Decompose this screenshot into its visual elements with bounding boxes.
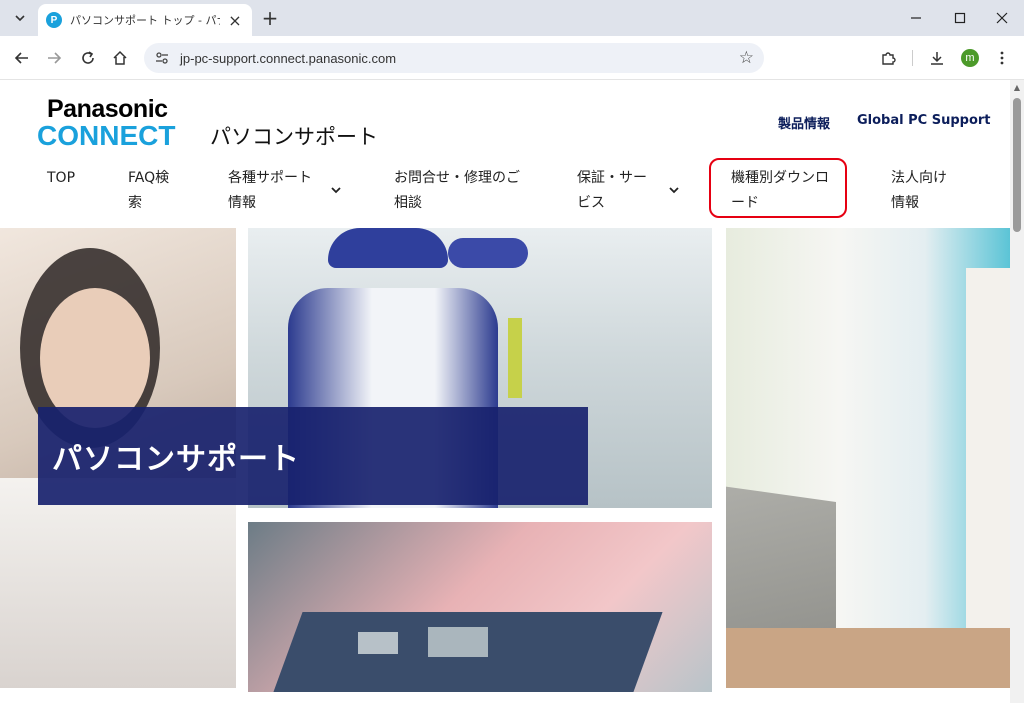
nav-item-contact-repair[interactable]: お問合せ・修理のご 相談 [394, 166, 520, 216]
toolbar-separator [912, 50, 913, 66]
hero-image-laptop [726, 228, 1010, 688]
tab-title: パソコンサポート トップ - パナソニック [70, 14, 220, 27]
nav-item-faq[interactable]: FAQ検 索 [128, 166, 169, 216]
panasonic-connect-logo[interactable]: Panasonic CONNECT [37, 96, 187, 150]
chevron-down-icon[interactable] [330, 184, 342, 198]
nav-item-support-info[interactable]: 各種サポート 情報 [228, 166, 312, 216]
reload-button[interactable] [76, 46, 100, 70]
tab-search-button[interactable] [8, 6, 32, 30]
tab-strip: P パソコンサポート トップ - パナソニック × + [0, 0, 1024, 36]
highlight-box [709, 158, 847, 218]
hero-image-repair [248, 522, 712, 692]
minimize-icon [911, 17, 921, 19]
address-bar[interactable]: jp-pc-support.connect.panasonic.com ☆ [144, 43, 764, 73]
reload-icon [82, 51, 94, 64]
site-title: パソコンサポート [210, 125, 378, 149]
global-nav: TOP FAQ検 索 各種サポート 情報 お問合せ・修理のご 相談 保証・サー … [0, 166, 1010, 226]
url-text: jp-pc-support.connect.panasonic.com [180, 50, 397, 66]
back-button[interactable] [10, 46, 34, 70]
maximize-icon [954, 12, 966, 24]
profile-avatar[interactable]: m [961, 49, 979, 67]
downloads-button[interactable] [925, 46, 949, 70]
site-settings-icon[interactable] [152, 48, 172, 68]
hero-title: パソコンサポート [52, 442, 300, 477]
nav-item-corporate-info[interactable]: 法人向け 情報 [891, 166, 947, 216]
maximize-window-button[interactable] [948, 6, 972, 30]
forward-button[interactable] [42, 46, 66, 70]
extensions-button[interactable] [876, 46, 900, 70]
new-tab-button[interactable]: + [258, 6, 282, 30]
home-icon [113, 50, 127, 65]
scroll-up-icon[interactable]: ▲ [1012, 83, 1022, 93]
download-icon [931, 52, 943, 65]
page-scrollbar[interactable]: ▲ [1010, 80, 1024, 703]
scroll-thumb[interactable] [1013, 98, 1021, 232]
bookmark-star-icon[interactable]: ☆ [739, 48, 754, 68]
close-icon [996, 12, 1008, 24]
chevron-down-icon[interactable] [668, 184, 680, 198]
chevron-down-icon [15, 15, 25, 22]
arrow-right-icon [48, 52, 62, 64]
product-info-link[interactable]: 製品情報 [778, 113, 830, 132]
close-tab-icon[interactable]: × [226, 11, 244, 30]
nav-item-top[interactable]: TOP [47, 166, 75, 191]
close-window-button[interactable] [990, 6, 1014, 30]
kebab-menu-icon [1000, 51, 1004, 65]
arrow-left-icon [14, 52, 28, 64]
puzzle-icon [882, 52, 896, 65]
browser-menu-button[interactable] [990, 46, 1014, 70]
nav-item-warranty-service[interactable]: 保証・サー ビス [577, 166, 647, 216]
minimize-window-button[interactable] [904, 6, 928, 30]
panasonic-favicon-icon: P [46, 12, 62, 28]
home-button[interactable] [108, 46, 132, 70]
browser-tab-active[interactable]: P パソコンサポート トップ - パナソニック × [38, 4, 252, 36]
global-pc-support-link[interactable]: Global PC Support [857, 113, 991, 128]
web-page: Panasonic CONNECT パソコンサポート 製品情報 Global P… [0, 80, 1024, 703]
hero-banner: パソコンサポート [38, 407, 588, 505]
browser-toolbar: jp-pc-support.connect.panasonic.com ☆ m [0, 36, 1024, 80]
